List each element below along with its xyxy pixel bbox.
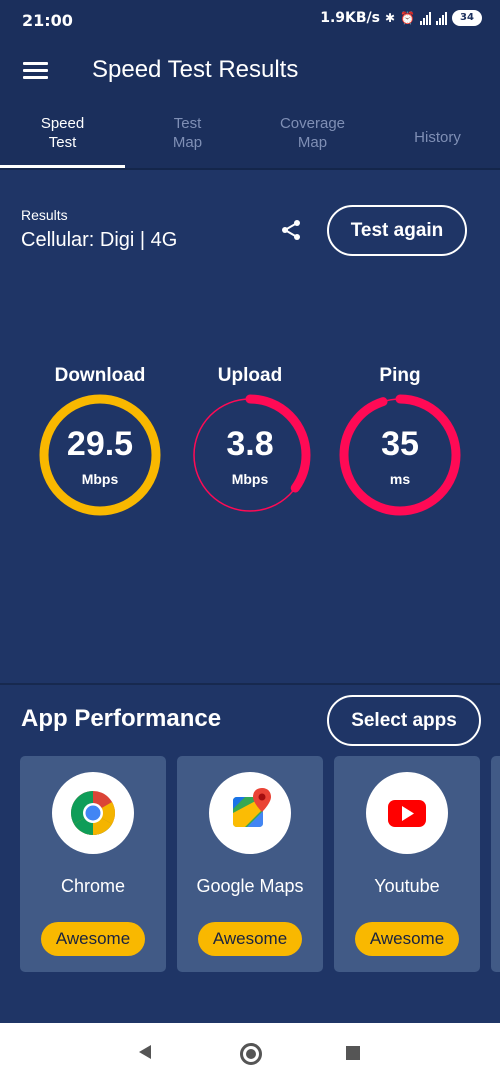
app-card-chrome[interactable]: Chrome Awesome [20, 756, 166, 972]
app-name: Youtube [374, 876, 440, 896]
chrome-icon [71, 791, 115, 835]
ping-value: 35 [381, 425, 419, 463]
share-icon[interactable] [279, 218, 303, 242]
download-unit: Mbps [81, 471, 119, 487]
tab-speed-test[interactable]: Speed Test [0, 114, 125, 152]
page-title: Speed Test Results [92, 56, 299, 83]
upload-unit: Mbps [231, 471, 269, 487]
alarm-icon: ⏰ [400, 11, 415, 25]
test-again-button[interactable]: Test again [327, 205, 467, 256]
select-apps-button[interactable]: Select apps [327, 695, 481, 746]
system-nav-bar [0, 1023, 500, 1083]
tab-indicator [0, 165, 125, 168]
tab-bar: Speed Test Test Map Coverage Map History [0, 104, 500, 170]
home-icon[interactable] [240, 1043, 262, 1065]
app-card-partial[interactable] [491, 756, 500, 972]
tab-label: Map [297, 134, 328, 151]
section-divider [0, 683, 500, 685]
back-icon[interactable] [137, 1044, 153, 1060]
app-icon-container [209, 772, 291, 854]
rating-badge: Awesome [355, 922, 459, 956]
results-label: Results [21, 207, 68, 223]
upload-title: Upload [217, 365, 283, 386]
app-card-google-maps[interactable]: Google Maps Awesome [177, 756, 323, 972]
tab-label: Test [173, 115, 202, 132]
signal-icon [420, 11, 431, 25]
ping-title: Ping [379, 365, 421, 386]
tab-label: Speed [40, 115, 85, 132]
status-time: 21:00 [22, 11, 73, 30]
ping-unit: ms [389, 471, 411, 487]
app-performance-title: App Performance [21, 705, 222, 732]
network-speed: 1.9KB/s [320, 10, 380, 26]
download-value: 29.5 [66, 425, 134, 463]
app-bar: Speed Test Results [0, 38, 500, 104]
status-icons: 1.9KB/s ✱ ⏰ 34 [320, 10, 482, 26]
tab-history[interactable]: History [375, 128, 500, 147]
tab-label: Test [48, 134, 77, 151]
connection-info: Cellular: Digi | 4G [21, 229, 178, 251]
rating-badge: Awesome [198, 922, 302, 956]
download-title: Download [54, 365, 146, 386]
youtube-icon [388, 800, 426, 827]
tab-coverage-map[interactable]: Coverage Map [250, 114, 375, 152]
signal-icon-2 [436, 11, 447, 25]
recents-icon[interactable] [346, 1046, 360, 1060]
tab-label: Coverage [279, 115, 346, 132]
google-maps-icon [233, 788, 271, 827]
tab-label: History [414, 129, 461, 146]
app-icon-container [52, 772, 134, 854]
app-name: Google Maps [196, 876, 304, 896]
menu-icon[interactable] [23, 62, 48, 80]
app-icon-container [366, 772, 448, 854]
tab-label: Map [172, 134, 203, 151]
status-bar: 21:00 1.9KB/s ✱ ⏰ 34 [0, 0, 500, 38]
app-card-youtube[interactable]: Youtube Awesome [334, 756, 480, 972]
upload-value: 3.8 [226, 425, 274, 463]
battery-icon: 34 [452, 10, 482, 26]
rating-badge: Awesome [41, 922, 145, 956]
bluetooth-icon: ✱ [384, 11, 396, 25]
app-name: Chrome [60, 876, 126, 896]
tab-test-map[interactable]: Test Map [125, 114, 250, 152]
